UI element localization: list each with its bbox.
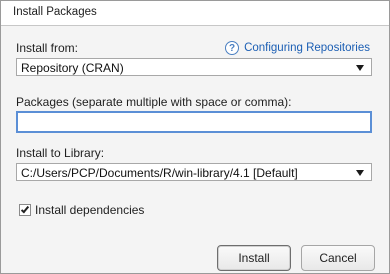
title-bar: Install Packages — [1, 1, 389, 26]
install-dependencies-label: Install dependencies — [35, 203, 145, 217]
install-from-label: Install from: — [16, 41, 79, 55]
library-select[interactable]: C:/Users/PCP/Documents/R/win-library/4.1… — [16, 163, 372, 181]
cancel-button[interactable]: Cancel — [301, 245, 375, 271]
configuring-repositories-link[interactable]: ? Configuring Repositories — [225, 41, 370, 55]
packages-label: Packages (separate multiple with space o… — [16, 95, 292, 109]
install-to-library-label: Install to Library: — [16, 146, 105, 160]
checkmark-icon — [20, 204, 30, 214]
dropdown-arrow-icon — [356, 170, 364, 176]
question-circle-icon: ? — [225, 41, 240, 55]
install-dependencies-row[interactable]: Install dependencies — [19, 203, 144, 217]
install-dependencies-checkbox[interactable] — [19, 204, 31, 216]
install-from-select[interactable]: Repository (CRAN) — [16, 58, 372, 76]
window-title: Install Packages — [13, 6, 97, 18]
install-packages-dialog: Install Packages Install from: ? Configu… — [0, 0, 390, 274]
install-from-value: Repository (CRAN) — [21, 61, 124, 75]
dropdown-arrow-icon — [356, 65, 364, 71]
library-value: C:/Users/PCP/Documents/R/win-library/4.1… — [21, 166, 298, 180]
configuring-repositories-text: Configuring Repositories — [244, 42, 370, 54]
install-button[interactable]: Install — [217, 245, 291, 271]
packages-input[interactable] — [16, 111, 372, 133]
